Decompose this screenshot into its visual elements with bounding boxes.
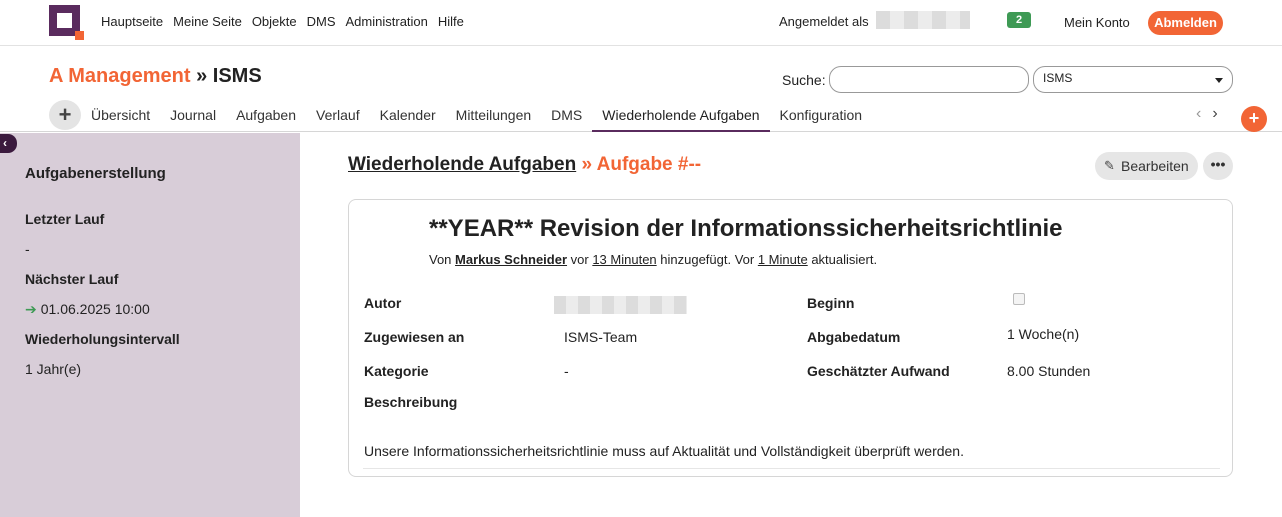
meta-suffix: aktualisiert.: [807, 252, 878, 267]
meta-prefix: Von: [429, 252, 456, 267]
project-title: A Management » ISMS: [49, 65, 262, 88]
sidebar-collapse-icon[interactable]: ‹: [0, 134, 17, 153]
start-label: Beginn: [807, 295, 855, 311]
last-run-label: Letzter Lauf: [25, 211, 105, 227]
sidebar: [0, 133, 300, 517]
project-tabs: + Übersicht Journal Aufgaben Verlauf Kal…: [0, 99, 1282, 132]
author-label: Autor: [364, 295, 402, 311]
tab-calendar[interactable]: Kalender: [370, 99, 446, 132]
interval-label: Wiederholungsintervall: [25, 331, 180, 347]
breadcrumb-current: » Aufgabe #--: [576, 154, 702, 175]
sidebar-title: Aufgabenerstellung: [25, 165, 166, 182]
nav-help[interactable]: Hilfe: [438, 14, 464, 29]
current-project: ISMS: [212, 65, 262, 87]
due-value: 1 Woche(n): [1007, 326, 1080, 342]
new-item-button[interactable]: +: [49, 100, 81, 130]
search-label: Suche:: [782, 72, 826, 88]
category-label: Kategorie: [364, 363, 429, 379]
meta-mid1: vor: [567, 252, 593, 267]
due-label: Abgabedatum: [807, 329, 901, 345]
chevron-right-icon[interactable]: ›: [1212, 105, 1217, 122]
next-run-label: Nächster Lauf: [25, 271, 119, 287]
task-card: **YEAR** Revision der Informationssicher…: [348, 199, 1233, 477]
assigned-label: Zugewiesen an: [364, 329, 465, 345]
nav-home[interactable]: Hauptseite: [101, 14, 163, 29]
tab-overview[interactable]: Übersicht: [81, 99, 160, 132]
top-menu-bar: Hauptseite Meine Seite Objekte DMS Admin…: [0, 0, 1282, 46]
tab-messages[interactable]: Mitteilungen: [446, 99, 542, 132]
breadcrumb-recurring-tasks[interactable]: Wiederholende Aufgaben: [348, 154, 576, 175]
nav-dms[interactable]: DMS: [307, 14, 336, 29]
redacted-author: [554, 296, 687, 314]
parent-project-link[interactable]: A Management: [49, 65, 191, 87]
added-ago-link[interactable]: 13 Minuten: [592, 252, 656, 267]
updated-ago-link[interactable]: 1 Minute: [758, 252, 808, 267]
nav-my-page[interactable]: Meine Seite: [173, 14, 242, 29]
arrow-right-icon: ➔: [25, 301, 37, 317]
task-title: **YEAR** Revision der Informationssicher…: [429, 215, 1063, 242]
search-input[interactable]: [829, 66, 1029, 93]
tab-scroll-arrows: ‹ ›: [1196, 105, 1229, 123]
assigned-value: ISMS-Team: [564, 329, 638, 345]
project-separator: »: [190, 65, 213, 87]
last-run-value: -: [25, 241, 30, 257]
nav-objects[interactable]: Objekte: [252, 14, 297, 29]
meta-mid2: hinzugefügt. Vor: [656, 252, 758, 267]
more-actions-button[interactable]: •••: [1203, 152, 1233, 180]
next-run-value: 01.06.2025 10:00: [40, 301, 150, 317]
logged-in-label: Angemeldet als: [779, 14, 869, 29]
task-meta: Von Markus Schneider vor 13 Minuten hinz…: [429, 252, 877, 267]
effort-label: Geschätzter Aufwand: [807, 363, 950, 379]
description-label: Beschreibung: [364, 394, 458, 410]
nav-administration[interactable]: Administration: [346, 14, 428, 29]
tab-configuration[interactable]: Konfiguration: [770, 99, 873, 132]
project-select-value: ISMS: [1043, 71, 1073, 85]
logout-button[interactable]: Abmelden: [1148, 11, 1223, 35]
app-logo[interactable]: [49, 5, 84, 40]
interval-value: 1 Jahr(e): [25, 361, 82, 377]
effort-value: 8.00 Stunden: [1007, 363, 1091, 379]
description-divider: [363, 468, 1220, 469]
tab-recurring-tasks[interactable]: Wiederholende Aufgaben: [592, 99, 770, 132]
chevron-down-icon: [1215, 78, 1223, 83]
my-account-link[interactable]: Mein Konto: [1064, 15, 1130, 30]
edit-button-label: Bearbeiten: [1121, 158, 1189, 174]
redacted-username[interactable]: [876, 11, 970, 29]
start-checkbox[interactable]: [1013, 293, 1025, 305]
next-run-row: ➔ 01.06.2025 10:00: [25, 301, 150, 318]
pencil-icon: ✎: [1104, 158, 1115, 173]
add-button[interactable]: +: [1241, 106, 1267, 132]
tab-history[interactable]: Verlauf: [306, 99, 370, 132]
top-navigation: Hauptseite Meine Seite Objekte DMS Admin…: [101, 14, 464, 29]
tab-dms[interactable]: DMS: [541, 99, 592, 132]
category-value: -: [564, 363, 569, 379]
description-text: Unsere Informationssicherheitsrichtlinie…: [364, 443, 964, 459]
tab-journal[interactable]: Journal: [160, 99, 226, 132]
project-select[interactable]: ISMS: [1033, 66, 1233, 93]
tab-tasks[interactable]: Aufgaben: [226, 99, 306, 132]
author-link[interactable]: Markus Schneider: [455, 252, 567, 267]
breadcrumb: Wiederholende Aufgaben » Aufgabe #--: [348, 154, 701, 176]
edit-button[interactable]: ✎ Bearbeiten: [1095, 152, 1198, 180]
chevron-left-icon[interactable]: ‹: [1196, 105, 1201, 122]
notification-badge[interactable]: 2: [1007, 12, 1031, 28]
